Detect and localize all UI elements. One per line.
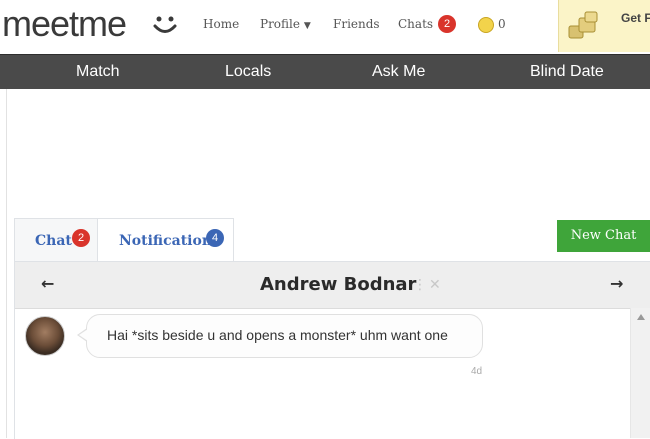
chat-contact-name[interactable]: Andrew Bodnar [260, 274, 416, 295]
tab-chat[interactable]: Chat 2 [14, 218, 99, 262]
tab-notification-label: Notification [119, 233, 212, 249]
tab-notification[interactable]: Notification 4 [97, 218, 234, 262]
close-icon[interactable]: ✕ [429, 277, 441, 293]
meetme-logo[interactable]: meetme [2, 2, 127, 46]
notification-tab-badge: 4 [206, 229, 224, 247]
chat-header: ← Andrew Bodnar ⋮ ✕ → [15, 262, 650, 309]
chat-tab-badge: 2 [72, 229, 90, 247]
nav-ask-me[interactable]: Ask Me [372, 63, 425, 81]
scroll-up-icon[interactable] [637, 314, 645, 320]
nav-match[interactable]: Match [76, 63, 120, 81]
message-text: Hai *sits beside u and opens a monster* … [107, 327, 448, 343]
get-credits-text: Get F Cred [621, 11, 650, 25]
avatar[interactable] [25, 316, 65, 356]
options-icon[interactable]: ⋮ [413, 277, 427, 293]
tab-chat-label: Chat [35, 233, 72, 249]
get-credits-promo[interactable]: Get F Cred [558, 0, 650, 52]
top-header: meetme Home Profile ▼ Friends Chats 2 0 … [0, 0, 650, 54]
smiley-logo-icon [153, 16, 177, 33]
nav-friends-link[interactable]: Friends [333, 17, 380, 31]
nav-profile-label: Profile [260, 17, 300, 31]
coin-count: 0 [498, 17, 506, 31]
arrow-left-icon[interactable]: ← [41, 274, 54, 293]
chat-scrollbar[interactable] [630, 308, 650, 438]
nav-home-link[interactable]: Home [203, 17, 239, 31]
nav-chats-link[interactable]: Chats [398, 17, 433, 31]
nav-blind-date[interactable]: Blind Date [530, 63, 604, 81]
message-timestamp: 4d [471, 366, 483, 377]
left-divider [0, 89, 7, 438]
arrow-right-icon[interactable]: → [610, 274, 623, 293]
coin-icon [478, 17, 494, 33]
nav-locals[interactable]: Locals [225, 63, 271, 81]
main-nav-bar: Match Locals Ask Me Blind Date [0, 54, 650, 90]
new-chat-button[interactable]: New Chat [557, 220, 650, 252]
coin-stack-icon [568, 11, 598, 39]
nav-profile-link[interactable]: Profile ▼ [260, 17, 311, 31]
bubble-tail-fill [79, 329, 88, 341]
chats-count-badge: 2 [438, 15, 456, 33]
message-bubble: Hai *sits beside u and opens a monster* … [86, 314, 483, 358]
chevron-down-icon: ▼ [303, 21, 311, 31]
